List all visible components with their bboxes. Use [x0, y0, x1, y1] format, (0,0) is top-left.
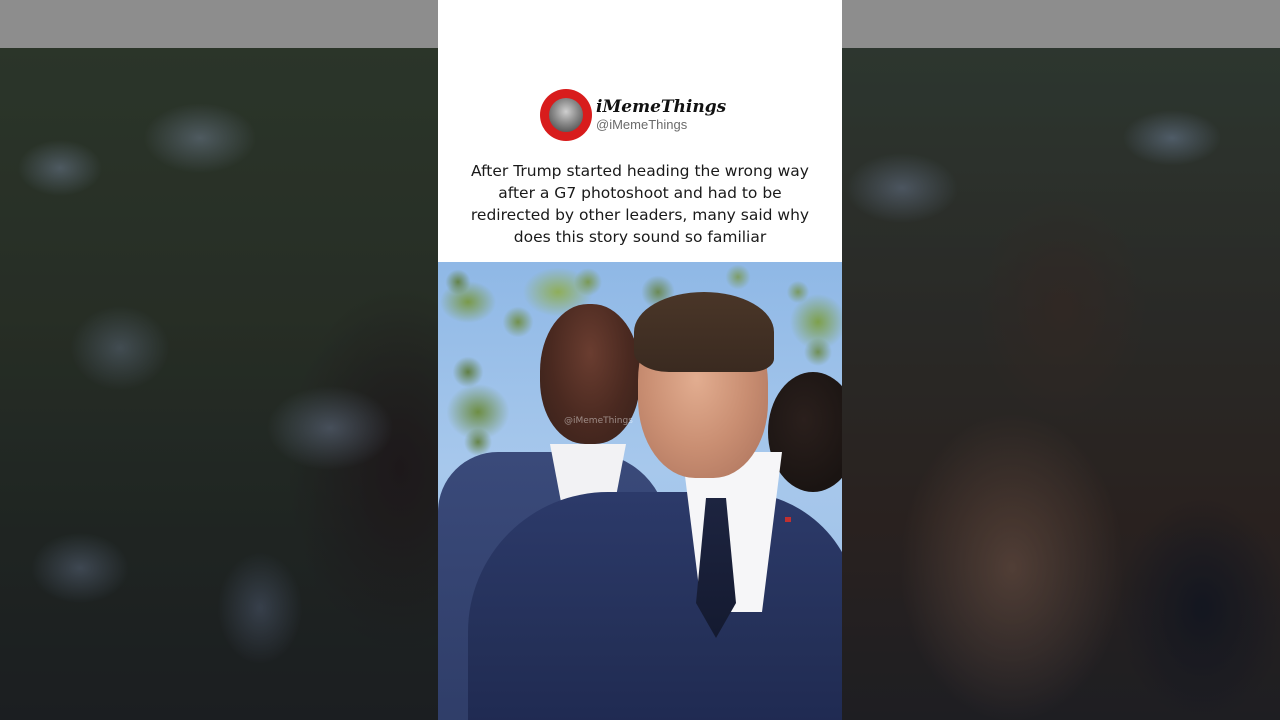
display-name: iMemeThings: [596, 96, 727, 117]
video-content[interactable]: @iMemeThings: [438, 262, 842, 720]
video-watermark: @iMemeThings: [564, 416, 633, 426]
meme-face-avatar-icon: [540, 89, 592, 141]
shorts-player[interactable]: iMemeThings @iMemeThings After Trump sta…: [0, 0, 1280, 720]
account-handle: @iMemeThings: [596, 117, 688, 133]
profile-header: iMemeThings @iMemeThings: [540, 89, 726, 141]
main-person-suit: [468, 492, 842, 720]
main-person-hair: [634, 292, 774, 372]
caption-card: iMemeThings @iMemeThings After Trump sta…: [438, 0, 842, 262]
profile-names: iMemeThings @iMemeThings: [596, 96, 727, 133]
caption-text: After Trump started heading the wrong wa…: [470, 162, 810, 246]
avatar-image: [549, 98, 583, 132]
video-frame[interactable]: iMemeThings @iMemeThings After Trump sta…: [438, 0, 842, 720]
lapel-pin: [785, 517, 791, 522]
